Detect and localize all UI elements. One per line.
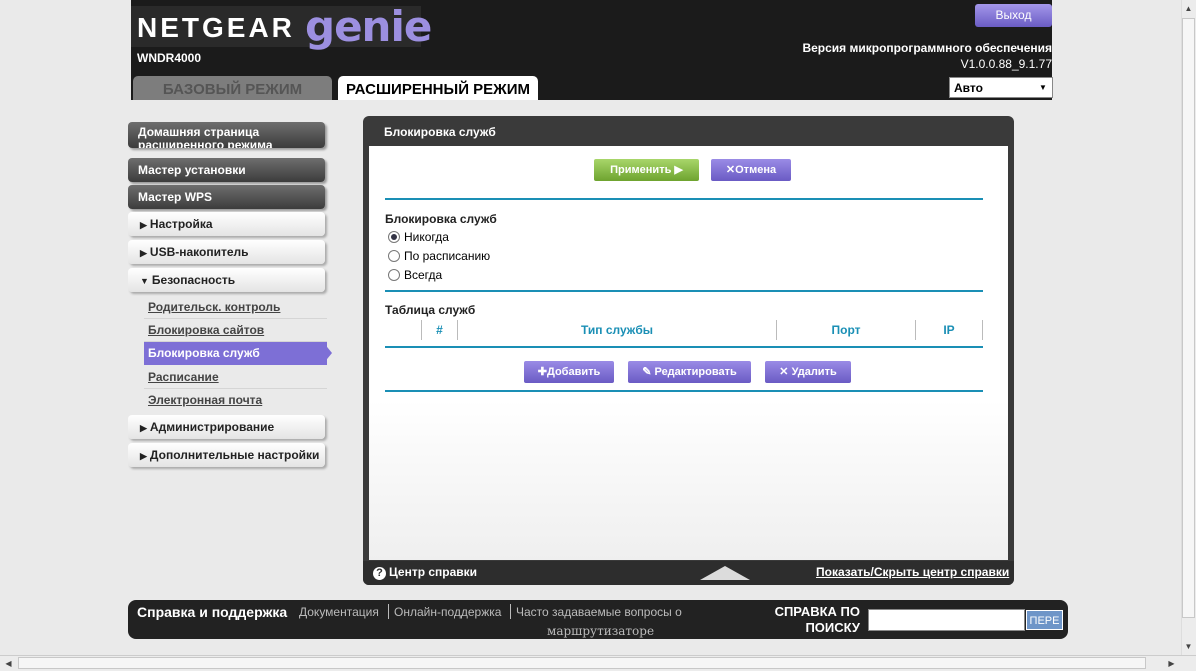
tab-advanced-mode[interactable]: РАСШИРЕННЫЙ РЕЖИМ: [338, 76, 538, 100]
apply-button[interactable]: Применить ▶: [594, 159, 699, 181]
sidebar-subitem-schedule[interactable]: Расписание: [144, 366, 327, 389]
footer-link-faq-line2[interactable]: маршрутизаторе: [547, 624, 654, 638]
sidebar-item-advanced-settings[interactable]: ▶ Дополнительные настройки: [128, 443, 325, 467]
delete-button[interactable]: ✕ Удалить: [765, 361, 851, 383]
sidebar-item-label: Администрирование: [149, 420, 275, 434]
divider: [385, 346, 983, 348]
sidebar-item-administration[interactable]: ▶ Администрирование: [128, 415, 325, 439]
table-header-port: Порт: [777, 320, 916, 340]
chevron-down-icon: ▼: [1039, 83, 1047, 92]
vertical-scroll-thumb[interactable]: [1182, 18, 1195, 618]
table-header-ip: IP: [916, 320, 983, 340]
expand-up-icon[interactable]: [700, 566, 750, 580]
sidebar-subitem-parental-control[interactable]: Родительск. контроль: [144, 296, 327, 319]
footer-separator: [510, 604, 511, 619]
sidebar-item-label: Домашняя страница расширенного режима: [138, 125, 273, 149]
cancel-button[interactable]: ✕Отмена: [711, 159, 791, 181]
search-go-button[interactable]: ПЕРЕ: [1026, 610, 1063, 630]
help-center-text: Центр справки: [389, 565, 478, 579]
help-center-label[interactable]: ? Центр справки: [373, 565, 477, 580]
section-label: Блокировка служб: [385, 212, 497, 226]
sidebar-item-setup[interactable]: ▶ Настройка: [128, 212, 325, 236]
scroll-right-icon[interactable]: ▶: [1164, 656, 1179, 671]
radio-label: Никогда: [404, 230, 449, 244]
footer-link-faq[interactable]: Часто задаваемые вопросы о: [516, 605, 682, 619]
sidebar-item-label: Настройка: [149, 217, 213, 231]
sidebar-item-usb[interactable]: ▶ USB-накопитель: [128, 240, 325, 264]
triangle-down-icon: ▼: [140, 276, 149, 286]
radio-button[interactable]: [388, 250, 400, 262]
footer-title: Справка и поддержка: [137, 604, 288, 620]
language-select[interactable]: Авто ▼: [949, 77, 1053, 98]
close-icon: ✕: [779, 366, 792, 378]
plus-icon: ✚: [537, 366, 547, 378]
divider: [385, 198, 983, 200]
triangle-right-icon: ▶: [140, 451, 147, 461]
logout-button[interactable]: Выход: [975, 4, 1052, 27]
logo-netgear-text: NETGEAR: [137, 12, 295, 43]
edit-label: Редактировать: [654, 366, 737, 378]
sidebar-item-label: Мастер установки: [138, 163, 246, 177]
panel-body-fade: [369, 400, 1008, 560]
language-value: Авто: [954, 81, 983, 95]
scroll-up-icon[interactable]: ▲: [1181, 1, 1196, 16]
cancel-label: Отмена: [735, 164, 777, 176]
sidebar-item-label: Мастер WPS: [138, 190, 213, 204]
radio-never[interactable]: Никогда: [388, 230, 449, 246]
page-title: Блокировка служб: [384, 125, 496, 139]
search-help-label: СПРАВКА ПО ПОИСКУ: [774, 604, 860, 635]
help-icon: ?: [373, 567, 386, 580]
tab-basic-mode[interactable]: БАЗОВЫЙ РЕЖИМ: [133, 76, 332, 100]
edit-button[interactable]: ✎ Редактировать: [628, 361, 751, 383]
divider: [385, 290, 983, 292]
scroll-left-icon[interactable]: ◀: [1, 656, 16, 671]
sidebar-subitem-email[interactable]: Электронная почта: [144, 389, 327, 412]
sidebar-item-label: Дополнительные настройки: [149, 448, 320, 462]
radio-label: Всегда: [404, 268, 443, 282]
radio-always[interactable]: Всегда: [388, 268, 442, 284]
horizontal-scroll-thumb[interactable]: [18, 657, 1146, 669]
table-header-service-type: Тип службы: [458, 320, 777, 340]
firmware-version: V1.0.0.88_9.1.77: [960, 57, 1052, 71]
sidebar-item-home[interactable]: Домашняя страница расширенного режима: [128, 122, 325, 148]
sidebar-subitem-block-services[interactable]: Блокировка служб: [144, 342, 332, 365]
footer-link-online-support[interactable]: Онлайн-поддержка: [394, 605, 501, 619]
add-button[interactable]: ✚Добавить: [524, 361, 614, 383]
radio-button[interactable]: [388, 269, 400, 281]
sidebar-item-wps-wizard[interactable]: Мастер WPS: [128, 185, 325, 209]
divider: [385, 390, 983, 392]
pencil-icon: ✎: [642, 366, 655, 378]
delete-label: Удалить: [791, 366, 837, 378]
triangle-right-icon: ▶: [140, 423, 147, 433]
sidebar-item-label: USB-накопитель: [149, 245, 249, 259]
radio-button-selected[interactable]: [388, 231, 400, 243]
close-icon: ✕: [725, 164, 736, 176]
search-input[interactable]: [868, 609, 1025, 631]
sidebar-item-label: Безопасность: [151, 273, 236, 287]
table-header-select: [385, 320, 422, 340]
logo-genie-text: genie: [305, 2, 432, 51]
model-name: WNDR4000: [137, 51, 202, 65]
sidebar-item-security[interactable]: ▼ Безопасность: [128, 268, 325, 292]
add-label: Добавить: [546, 366, 601, 378]
triangle-right-icon: ▶: [140, 220, 147, 230]
sidebar-item-setup-wizard[interactable]: Мастер установки: [128, 158, 325, 182]
firmware-label: Версия микропрограммного обеспечения: [802, 41, 1052, 55]
toggle-help-center-link[interactable]: Показать/Скрыть центр справки: [816, 565, 1009, 579]
triangle-right-icon: ▶: [140, 248, 147, 258]
scroll-down-icon[interactable]: ▼: [1181, 639, 1196, 654]
table-label: Таблица служб: [385, 303, 476, 317]
footer-link-documentation[interactable]: Документация: [299, 605, 379, 619]
radio-by-schedule[interactable]: По расписанию: [388, 249, 490, 265]
radio-label: По расписанию: [404, 249, 491, 263]
sidebar-subitem-block-sites[interactable]: Блокировка сайтов: [144, 319, 327, 342]
footer-separator: [388, 604, 389, 619]
table-header-number: #: [422, 320, 458, 340]
